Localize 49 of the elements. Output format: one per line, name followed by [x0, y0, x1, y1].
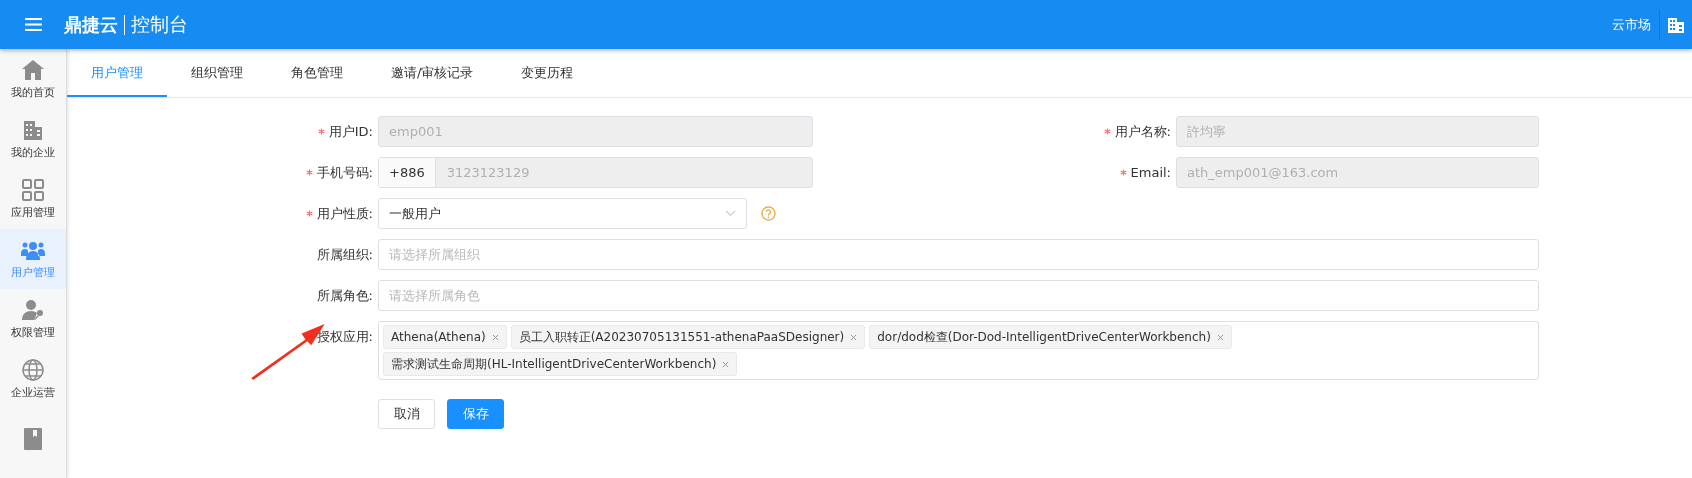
- sidebar-label: 我的首页: [11, 85, 55, 100]
- user-key-icon: [21, 298, 45, 322]
- input-field[interactable]: 请选择所属角色: [378, 280, 1539, 311]
- tab[interactable]: 邀请/审核记录: [367, 49, 498, 97]
- input-field[interactable]: 请选择所属组织: [378, 239, 1539, 270]
- sidebar-label: 企业运营: [11, 385, 55, 400]
- phone-value: 3123123129: [445, 165, 530, 180]
- tag-label: dor/dod检查(Dor-Dod-IntelligentDriveCenterWorkbench): [877, 328, 1211, 346]
- sidebar-item[interactable]: 我的首页: [0, 49, 66, 109]
- sidebar-item[interactable]: 权限管理: [0, 289, 66, 349]
- select-field[interactable]: 一般用户: [378, 198, 747, 229]
- app-title: 控制台: [130, 11, 188, 37]
- tag-label: Athena(Athena): [391, 330, 486, 344]
- field-label: 用户ID:: [328, 122, 373, 141]
- book-icon: [21, 427, 45, 451]
- menu-icon[interactable]: [25, 18, 42, 31]
- close-icon[interactable]: [722, 360, 730, 368]
- building-icon: [21, 118, 45, 142]
- sidebar-item[interactable]: 企业运营: [0, 349, 66, 409]
- tag-label: 员工入职转正(A20230705131551-athenaPaaSDesigner): [518, 328, 845, 346]
- close-icon[interactable]: [1216, 333, 1224, 341]
- building-icon[interactable]: [1668, 16, 1684, 33]
- close-icon[interactable]: [850, 333, 858, 341]
- tab[interactable]: 角色管理: [267, 49, 367, 97]
- field-label: 用户性质:: [316, 204, 373, 223]
- close-icon[interactable]: [491, 333, 499, 341]
- field-label: 所属角色:: [316, 286, 373, 305]
- tag-label: 需求测试生命周期(HL-IntelligentDriveCenterWorkbench): [391, 355, 717, 373]
- field-label: 授权应用:: [316, 328, 373, 346]
- help-icon[interactable]: [761, 206, 776, 221]
- brand-name: 鼎捷云: [64, 14, 125, 35]
- cancel-button[interactable]: 取消: [378, 399, 435, 429]
- globe-icon: [21, 358, 45, 382]
- chevron-icon: [725, 210, 736, 217]
- sidebar-item[interactable]: 应用管理: [0, 169, 66, 229]
- field-label: 用户名称:: [1114, 122, 1171, 141]
- sidebar-label: 应用管理: [11, 205, 55, 220]
- sidebar-label: 我的企业: [11, 145, 55, 160]
- field-label: 所属组织:: [316, 245, 373, 264]
- grid-icon: [21, 178, 45, 202]
- sidebar-label: 权限管理: [11, 325, 55, 340]
- sidebar-item[interactable]: 我的企业: [0, 109, 66, 169]
- sidebar-label: 用户管理: [11, 265, 55, 280]
- house-icon: [21, 58, 45, 82]
- tab[interactable]: 组织管理: [167, 49, 267, 97]
- tag-select-field[interactable]: Athena(Athena) 员工入职转正(A20230705131551-athenaPaaSDesigner) dor/dod检查(Dor-Dod-IntelligentDriveCenterWorkbench) 需求测试生命周期(HL-IntelligentDriveCenterWorkbench): [378, 321, 1539, 380]
- tab[interactable]: 变更历程: [497, 49, 598, 97]
- field-label: Email:: [1130, 165, 1171, 180]
- field-label: 手机号码:: [316, 163, 373, 182]
